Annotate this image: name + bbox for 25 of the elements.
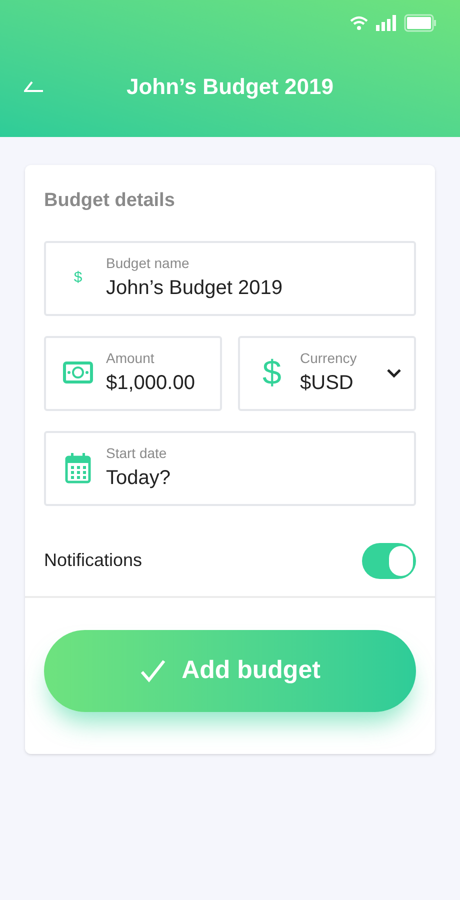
field-label: Currency: [300, 350, 358, 368]
checkmark-icon: [140, 658, 166, 682]
input-field[interactable]: $ Budget name John’s Budget 2019: [44, 240, 416, 316]
page-title: John’s Budget 2019: [126, 73, 334, 101]
dollar-icon: $: [262, 356, 282, 390]
wifi-icon: [350, 15, 368, 31]
field-value: Today?: [106, 466, 172, 492]
field-value: John’s Budget 2019: [106, 276, 284, 302]
battery-icon: [404, 14, 436, 32]
dollar-icon: $: [74, 266, 82, 290]
toggle-switch[interactable]: [362, 542, 416, 578]
input-field[interactable]: Start date Today?: [44, 430, 416, 506]
notifications-label: Notifications: [44, 549, 142, 572]
signal-icon: [376, 15, 396, 31]
back-icon[interactable]: [24, 80, 44, 92]
field-label: Start date: [106, 444, 168, 462]
field-label: Budget name: [106, 254, 190, 272]
field-value: $USD: [300, 371, 354, 396]
banknote-icon: [63, 360, 93, 386]
calendar-icon: [65, 452, 91, 484]
input-field[interactable]: Amount $1,000.00: [44, 336, 222, 410]
section-heading: Budget details: [44, 189, 176, 213]
chevron-down-icon: [386, 367, 402, 379]
field-value: $1,000.00: [106, 371, 196, 396]
field-label: Amount: [106, 350, 156, 368]
